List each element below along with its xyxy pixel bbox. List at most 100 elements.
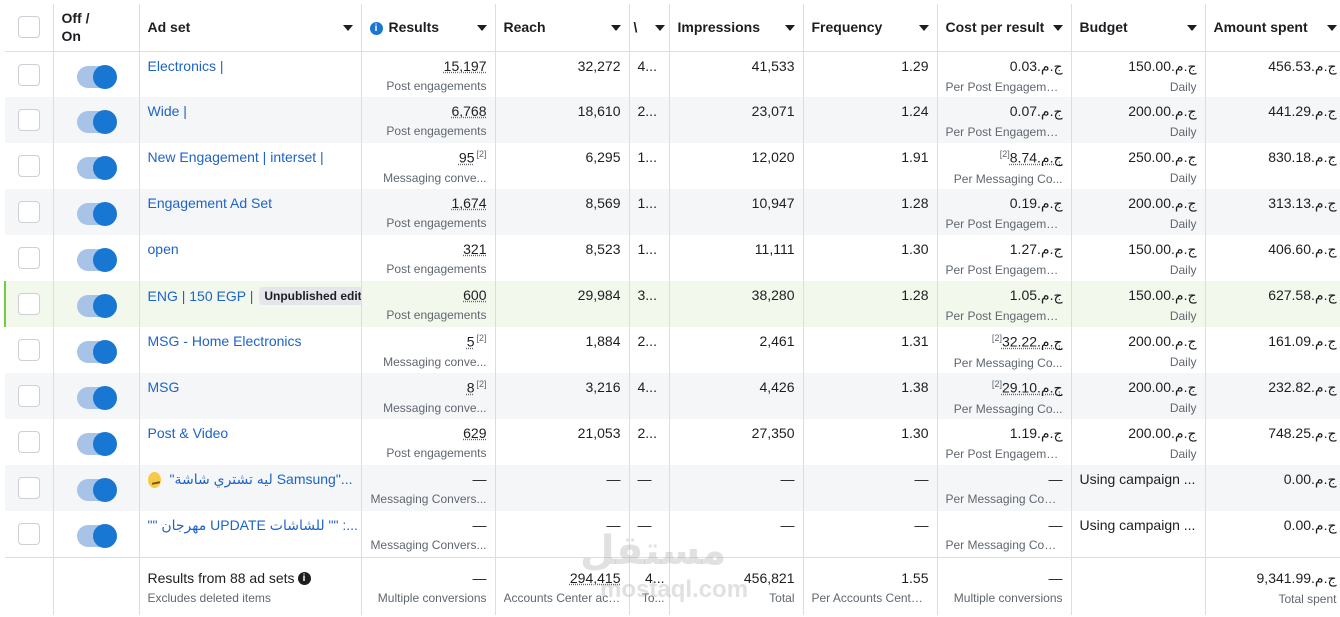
table-row[interactable]: New Engagement | interset | 95 [2] Messagi… (5, 143, 1340, 189)
info-icon[interactable]: i (297, 572, 311, 586)
row-checkbox[interactable] (17, 63, 40, 86)
frequency-cell: — (803, 511, 938, 557)
info-icon[interactable]: i (369, 22, 383, 36)
on-off-toggle[interactable] (77, 524, 117, 548)
on-off-toggle[interactable] (77, 340, 117, 364)
column-header-results[interactable]: i Results (361, 4, 496, 52)
truncated-cell: — (629, 511, 670, 557)
row-checkbox[interactable] (17, 385, 40, 407)
results-value[interactable]: 95 (459, 150, 475, 166)
chevron-down-icon[interactable] (654, 25, 665, 31)
results-value[interactable]: 8 (467, 380, 475, 396)
table-row[interactable]: MSG 8 [2] Messaging conve... 3,216 4... 4,… (5, 373, 1340, 419)
results-value[interactable]: 6,768 (451, 103, 486, 119)
results-value[interactable]: 5 (467, 334, 475, 350)
row-checkbox[interactable] (17, 477, 40, 499)
on-off-toggle[interactable] (77, 432, 117, 456)
on-off-toggle[interactable] (77, 110, 117, 134)
table-row[interactable]: Engagement Ad Set 1,674 Post engagements … (5, 189, 1340, 235)
chevron-down-icon[interactable] (918, 25, 929, 31)
table-row[interactable]: ENG | 150 EGP | Unpublished edit 600 Post … (4, 281, 1340, 327)
budget-value[interactable]: ج.م.200.00 (1128, 103, 1196, 119)
budget-value[interactable]: Using campaign ... (1080, 517, 1196, 533)
chevron-down-icon[interactable] (1186, 25, 1197, 31)
adset-name-link[interactable]: Post & Video (148, 425, 229, 441)
row-checkbox[interactable] (17, 155, 40, 177)
table-row[interactable]: Post & Video 629 Post engagements 21,053 … (5, 419, 1340, 465)
row-checkbox[interactable] (17, 247, 40, 269)
results-value[interactable]: 600 (463, 287, 486, 303)
chevron-down-icon[interactable] (342, 25, 353, 31)
table-row[interactable]: "ليه تشتري شاشة Samsung"... — Messaging C… (5, 465, 1340, 511)
column-header-frequency[interactable]: Frequency (803, 4, 938, 52)
select-all-checkbox[interactable] (17, 16, 40, 39)
cpr-value[interactable]: ج.م.8.74 (1010, 150, 1063, 166)
adset-name-link[interactable]: Engagement Ad Set (148, 195, 273, 211)
on-off-toggle[interactable] (77, 478, 117, 502)
row-checkbox[interactable] (17, 431, 40, 453)
column-header-cost-per-result[interactable]: Cost per result (937, 4, 1072, 52)
chevron-down-icon[interactable] (1326, 25, 1337, 31)
summary-truncated-cell: 4... To... (629, 556, 670, 615)
adset-name-link[interactable]: open (148, 241, 179, 257)
adset-name-link[interactable]: Electronics | (148, 58, 224, 74)
chevron-down-icon[interactable] (476, 25, 487, 31)
frequency-cell: 1.30 (803, 235, 938, 281)
summary-toggle-cell (53, 556, 140, 615)
budget-period: Daily (1169, 171, 1197, 185)
on-off-toggle[interactable] (77, 248, 117, 272)
column-header-onoff[interactable]: Off / On (53, 4, 140, 52)
budget-value[interactable]: ج.م.150.00 (1128, 287, 1196, 303)
cpr-footnote: [2] (999, 149, 1010, 159)
row-toggle-cell (53, 235, 140, 281)
results-cell: 600 Post engagements (361, 281, 496, 327)
chevron-down-icon[interactable] (1052, 25, 1063, 31)
column-header-amount-spent[interactable]: Amount spent (1205, 4, 1340, 52)
budget-value[interactable]: ج.م.150.00 (1128, 58, 1196, 74)
on-off-toggle[interactable] (77, 294, 117, 318)
budget-value[interactable]: ج.م.200.00 (1128, 195, 1196, 211)
results-value[interactable]: 1,674 (451, 195, 486, 211)
row-checkbox[interactable] (17, 339, 40, 361)
table-row[interactable]: MSG - Home Electronics 5 [2] Messaging con… (5, 327, 1340, 373)
row-select-cell (4, 281, 54, 327)
budget-value[interactable]: ج.م.200.00 (1128, 379, 1196, 395)
results-value[interactable]: 15,197 (444, 58, 487, 74)
column-header-impressions[interactable]: Impressions (669, 4, 804, 52)
budget-value[interactable]: ج.م.200.00 (1128, 425, 1196, 441)
chevron-down-icon[interactable] (610, 25, 621, 31)
on-off-toggle[interactable] (77, 202, 117, 226)
on-off-toggle[interactable] (77, 156, 117, 180)
row-checkbox[interactable] (17, 523, 40, 545)
adset-name-link[interactable]: New Engagement | interset | (148, 149, 324, 165)
table-row[interactable]: Wide | 6,768 Post engagements 18,610 2...… (5, 97, 1340, 143)
budget-period: Daily (1169, 355, 1197, 369)
on-off-toggle[interactable] (77, 64, 117, 89)
budget-value[interactable]: Using campaign ... (1080, 471, 1196, 487)
adset-name-link[interactable]: "ليه تشتري شاشة Samsung"... (170, 471, 353, 488)
adset-name-link[interactable]: "" مهرجان UPDATE للشاشات "" :... (148, 517, 358, 534)
column-header-reach[interactable]: Reach (495, 4, 630, 52)
adset-name-link[interactable]: Wide | (148, 103, 187, 119)
results-value[interactable]: 629 (463, 425, 486, 441)
cpr-value[interactable]: ج.م.29.10 (1002, 380, 1063, 396)
adset-name-link[interactable]: MSG (148, 379, 180, 395)
row-checkbox[interactable] (18, 293, 41, 315)
adset-name-link[interactable]: MSG - Home Electronics (148, 333, 302, 349)
table-row[interactable]: Electronics | 15,197 Post engagements 32,… (5, 51, 1340, 97)
column-header-budget[interactable]: Budget (1071, 4, 1206, 52)
row-checkbox[interactable] (17, 201, 40, 223)
budget-value[interactable]: ج.م.250.00 (1128, 149, 1196, 165)
column-header-truncated[interactable]: \ (629, 4, 670, 52)
results-value[interactable]: 321 (463, 241, 486, 257)
column-header-adset[interactable]: Ad set (139, 4, 362, 52)
chevron-down-icon[interactable] (784, 25, 795, 31)
budget-value[interactable]: ج.م.150.00 (1128, 241, 1196, 257)
row-checkbox[interactable] (17, 109, 40, 131)
table-row[interactable]: "" مهرجان UPDATE للشاشات "" :... — Messag… (5, 511, 1340, 557)
budget-value[interactable]: ج.م.200.00 (1128, 333, 1196, 349)
on-off-toggle[interactable] (77, 386, 117, 410)
cpr-value[interactable]: ج.م.32.22 (1002, 334, 1063, 350)
table-row[interactable]: open 321 Post engagements 8,523 1... 11,1… (5, 235, 1340, 281)
adset-name-link[interactable]: ENG | 150 EGP | (148, 288, 254, 304)
